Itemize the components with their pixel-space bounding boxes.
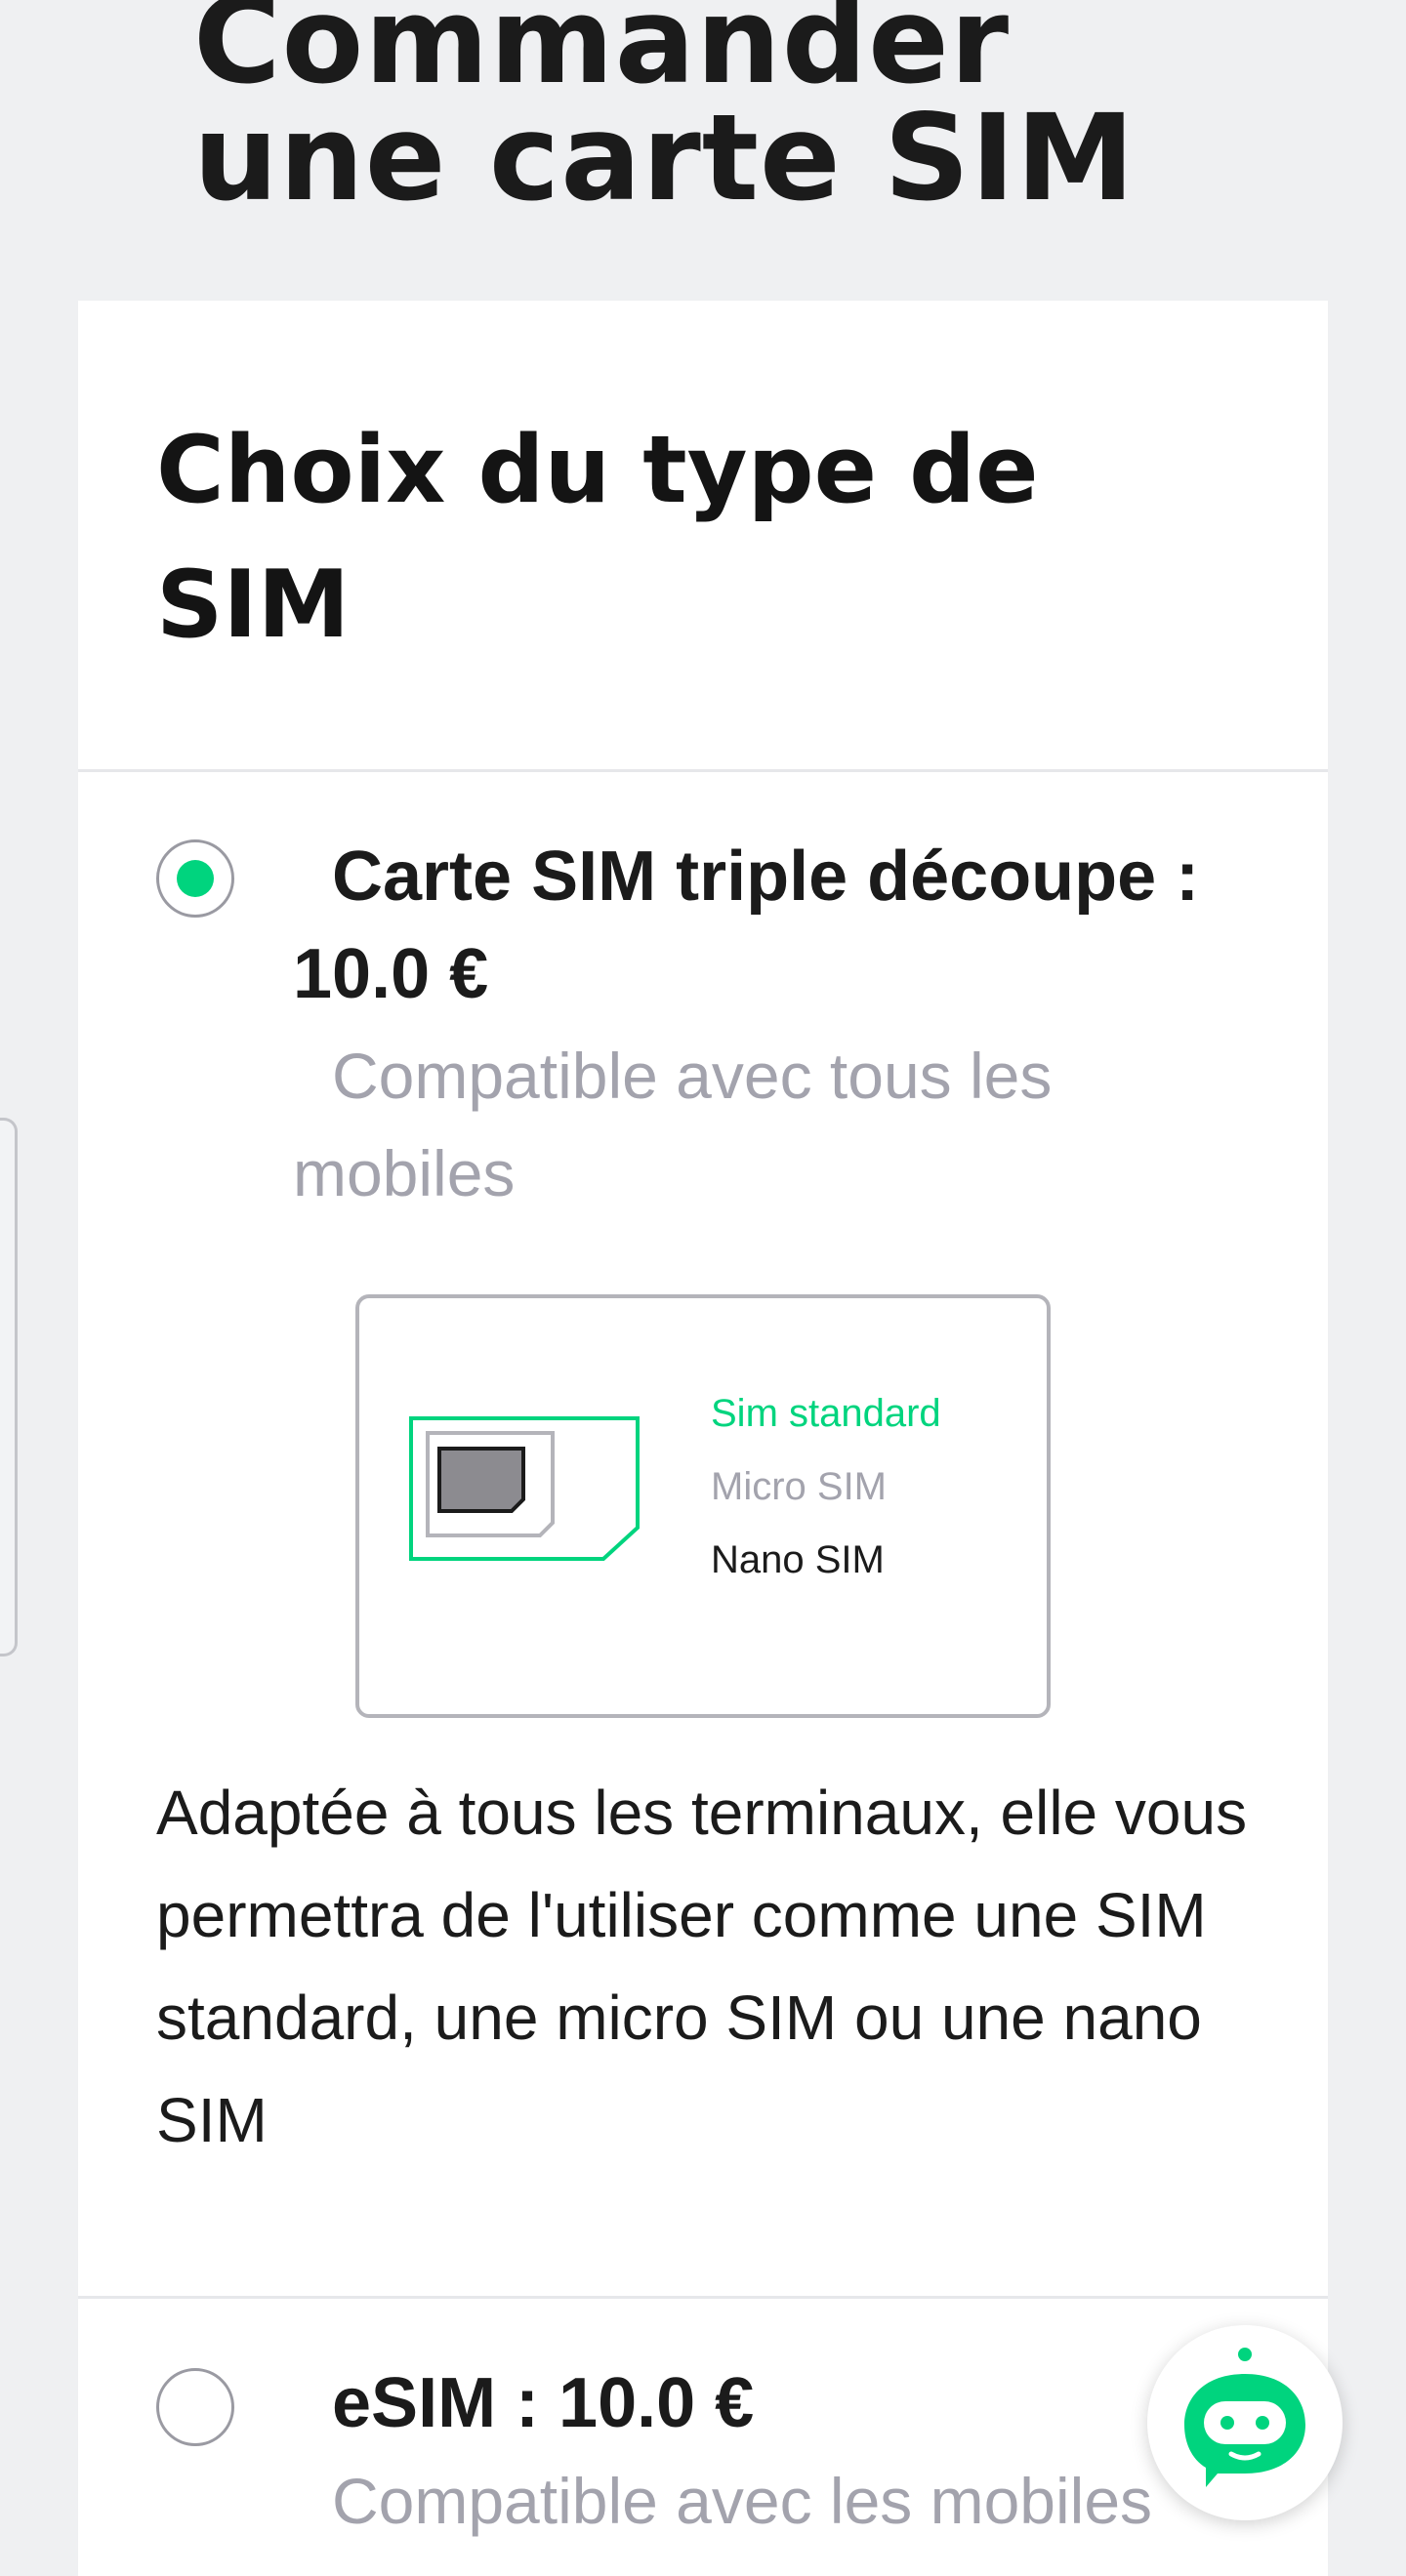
nano-sim-label: Nano SIM bbox=[711, 1538, 885, 1581]
radio-triple-sim[interactable] bbox=[156, 839, 234, 918]
sim-standard-label: Sim standard bbox=[711, 1392, 941, 1435]
page-title-line-1: Commander bbox=[193, 0, 1011, 110]
divider bbox=[78, 769, 1328, 772]
radio-esim[interactable] bbox=[156, 2368, 234, 2446]
card-heading: Choix du type de SIM bbox=[156, 417, 1039, 659]
option-subtitle: Compatible avec les mobiles bbox=[332, 2465, 1153, 2537]
chatbot-icon bbox=[1184, 2348, 1305, 2487]
option-title: Carte SIM triple découpe : 10.0 € bbox=[293, 838, 1200, 1013]
sim-type-card: Choix du type de SIM Carte SIM triple dé… bbox=[78, 301, 1328, 2576]
page-title-line-2: une carte SIM bbox=[193, 89, 1136, 227]
option-subtitle: Compatible avec tous les mobiles bbox=[293, 1040, 1053, 1209]
page-title: Commander une carte SIM bbox=[193, 0, 1136, 227]
micro-sim-label: Micro SIM bbox=[711, 1465, 887, 1508]
divider bbox=[78, 2296, 1328, 2299]
chat-assistant-button[interactable] bbox=[1147, 2325, 1343, 2520]
side-panel-handle[interactable] bbox=[0, 1118, 18, 1656]
option-description: Adaptée à tous les terminaux, elle vous … bbox=[156, 1778, 1248, 2155]
sim-illustration: Sim standard Micro SIM Nano SIM bbox=[355, 1294, 1051, 1718]
sim-card-icon bbox=[409, 1416, 640, 1561]
